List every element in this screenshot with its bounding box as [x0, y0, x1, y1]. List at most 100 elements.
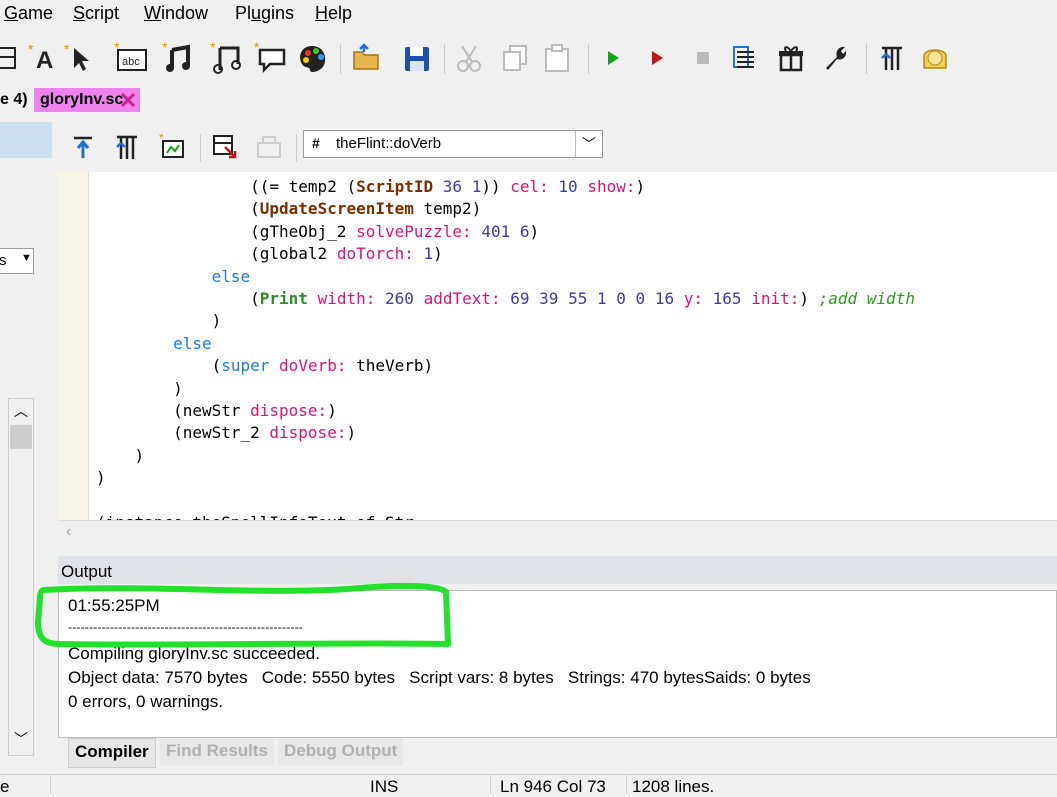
svg-text:*: *	[254, 42, 260, 55]
tab-compiler-label: Compiler	[75, 742, 149, 761]
menu-plugins-label: Plugins	[235, 3, 295, 23]
code-editor[interactable]: ((= temp2 (ScriptID 36 1)) cel: 10 show:…	[58, 172, 1057, 520]
scroll-thumb[interactable]	[10, 425, 32, 449]
code-line[interactable]: (super doVerb: theVerb)	[96, 355, 915, 377]
tab-find-results[interactable]: Find Results	[160, 738, 275, 766]
disabled-tool-icon[interactable]	[254, 132, 284, 162]
export-icon[interactable]	[210, 132, 240, 162]
menu-script[interactable]: Script	[73, 3, 119, 24]
class-hierarchy-icon[interactable]	[110, 132, 140, 162]
code-content[interactable]: ((= temp2 (ScriptID 36 1)) cel: 10 show:…	[96, 176, 915, 520]
stop-icon[interactable]	[688, 42, 718, 74]
code-line[interactable]: (gTheObj_2 solvePuzzle: 401 6)	[96, 221, 915, 243]
new-picture-icon[interactable]	[0, 42, 18, 74]
chevron-down-icon[interactable]: ﹀	[575, 131, 602, 157]
chevron-down-icon: ▼	[21, 252, 32, 264]
resource-icon[interactable]	[918, 42, 954, 74]
tab-previous[interactable]: e 4)	[0, 91, 28, 109]
method-combo-value: theFlint::doVerb	[336, 135, 442, 152]
svg-text:*: *	[28, 42, 34, 57]
go-to-definition-icon[interactable]	[68, 132, 98, 162]
editor-horizontal-scrollbar[interactable]: ‹	[58, 520, 1057, 545]
svg-text:*: *	[114, 42, 120, 55]
code-line[interactable]: (newStr_2 dispose:)	[96, 422, 915, 444]
document-tab-row: e 4) gloryInv.sc	[0, 86, 1057, 116]
tab-active[interactable]: gloryInv.sc	[34, 88, 140, 112]
code-line[interactable]: (newStr dispose:)	[96, 400, 915, 422]
menu-window[interactable]: Window	[144, 3, 208, 24]
code-line[interactable]: (Print width: 260 addText: 69 39 55 1 0 …	[96, 288, 915, 310]
scroll-left-icon[interactable]: ‹	[66, 523, 71, 541]
new-sound-icon[interactable]: *	[162, 42, 196, 74]
highlight-annotation	[35, 582, 451, 648]
left-panel-dropdown[interactable]: s ▼	[0, 248, 34, 274]
wrench-icon[interactable]	[818, 42, 852, 74]
code-line[interactable]: else	[96, 266, 915, 288]
code-line[interactable]: ((= temp2 (ScriptID 36 1)) cel: 10 show:…	[96, 176, 915, 198]
close-tab-icon[interactable]	[120, 92, 136, 108]
class-browser-icon[interactable]	[874, 42, 908, 74]
svg-text:A: A	[36, 47, 53, 74]
code-line[interactable]: (UpdateScreenItem temp2)	[96, 198, 915, 220]
svg-text:*: *	[162, 42, 168, 55]
code-line[interactable]	[96, 490, 915, 512]
code-line[interactable]: )	[96, 445, 915, 467]
svg-text:abc: abc	[122, 56, 140, 68]
code-line[interactable]: )	[96, 310, 915, 332]
cut-icon[interactable]	[452, 42, 486, 74]
main-toolbar: A * * abc * * * *	[0, 30, 1057, 86]
code-line[interactable]: else	[96, 333, 915, 355]
menu-help[interactable]: Help	[315, 3, 352, 24]
method-combo[interactable]: # theFlint::doVerb ﹀	[303, 130, 603, 158]
output-line: Object data: 7570 bytes Code: 5550 bytes…	[68, 668, 811, 687]
menu-game[interactable]: Game	[4, 3, 53, 24]
left-panel-dropdown-label: s	[0, 252, 7, 269]
tab-active-label: gloryInv.sc	[40, 91, 124, 108]
palette-icon[interactable]	[296, 42, 330, 74]
code-line[interactable]: )	[96, 467, 915, 489]
scroll-up-icon[interactable]: ︿	[14, 401, 28, 421]
new-font-icon[interactable]: A *	[28, 42, 60, 74]
editor-gutter	[58, 172, 89, 520]
menu-game-label: Game	[4, 3, 54, 23]
status-lines: 1208 lines.	[632, 777, 715, 796]
tab-find-results-label: Find Results	[166, 741, 269, 760]
menu-window-label: Window	[144, 3, 209, 23]
compile-all-icon[interactable]	[728, 42, 762, 74]
run-icon[interactable]	[598, 42, 628, 74]
svg-text:*: *	[159, 133, 164, 145]
open-folder-icon[interactable]	[350, 42, 384, 74]
new-cursor-icon[interactable]: *	[64, 42, 96, 74]
status-mode: INS	[370, 777, 399, 796]
output-tabs: Compiler Find Results Debug Output	[58, 738, 1057, 770]
status-position: Ln 946 Col 73	[500, 777, 606, 796]
hash-icon: #	[312, 135, 320, 151]
copy-icon[interactable]	[498, 42, 532, 74]
code-line[interactable]: (global2 doTorch: 1)	[96, 243, 915, 265]
scroll-down-icon[interactable]: ﹀	[14, 729, 28, 749]
code-line-partial[interactable]: (instance theSpellInfoText of Str	[96, 512, 915, 520]
new-text-icon[interactable]: abc *	[114, 42, 150, 74]
tab-compiler[interactable]: Compiler	[68, 738, 156, 768]
menu-help-label: Help	[315, 3, 353, 23]
status-bar: e INS Ln 946 Col 73 1208 lines.	[0, 774, 1057, 796]
svg-text:*: *	[64, 42, 70, 57]
insert-object-icon[interactable]: *	[158, 132, 188, 162]
save-icon[interactable]	[400, 42, 434, 74]
gift-icon[interactable]	[774, 42, 808, 74]
code-line[interactable]: )	[96, 378, 915, 400]
menu-bar: Game Script Window Plugins Help	[0, 0, 1057, 28]
left-panel-selected-item[interactable]	[0, 122, 52, 158]
debug-run-icon[interactable]	[642, 42, 672, 74]
new-patch-icon[interactable]: *	[210, 42, 244, 74]
paste-icon[interactable]	[540, 42, 574, 74]
tab-debug-output-label: Debug Output	[284, 741, 398, 760]
menu-script-label: Script	[73, 3, 120, 23]
tab-debug-output[interactable]: Debug Output	[278, 738, 404, 766]
new-message-icon[interactable]: *	[254, 42, 288, 74]
svg-text:*: *	[210, 42, 216, 55]
left-panel-scrollbar[interactable]: ︿ ﹀	[8, 398, 34, 756]
output-line: 0 errors, 0 warnings.	[68, 692, 223, 711]
menu-plugins[interactable]: Plugins	[235, 3, 294, 24]
editor-toolbar: * # theFlint::doVerb ﹀	[60, 124, 1057, 168]
